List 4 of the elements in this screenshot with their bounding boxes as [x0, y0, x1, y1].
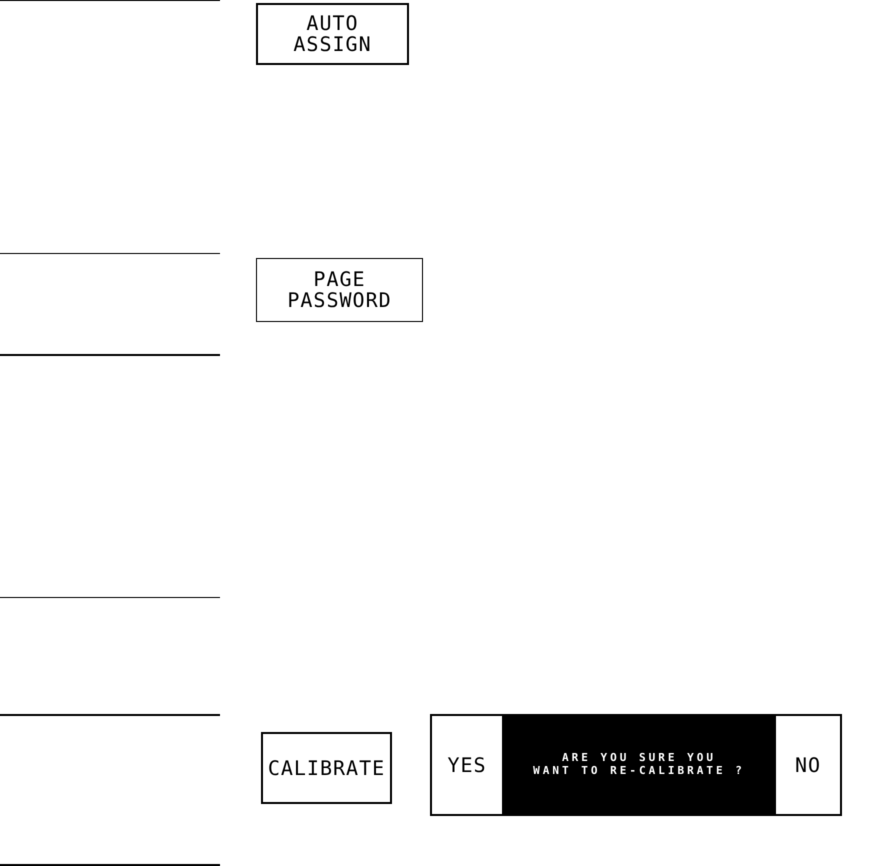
- command-button[interactable]: PAGE PASSWORD: [256, 258, 423, 322]
- command-button[interactable]: CALIBRATE: [261, 732, 392, 804]
- command-button[interactable]: AUTO ASSIGN: [256, 3, 409, 65]
- confirm-message: ARE YOU SURE YOU WANT TO RE-CALIBRATE ?: [502, 716, 776, 814]
